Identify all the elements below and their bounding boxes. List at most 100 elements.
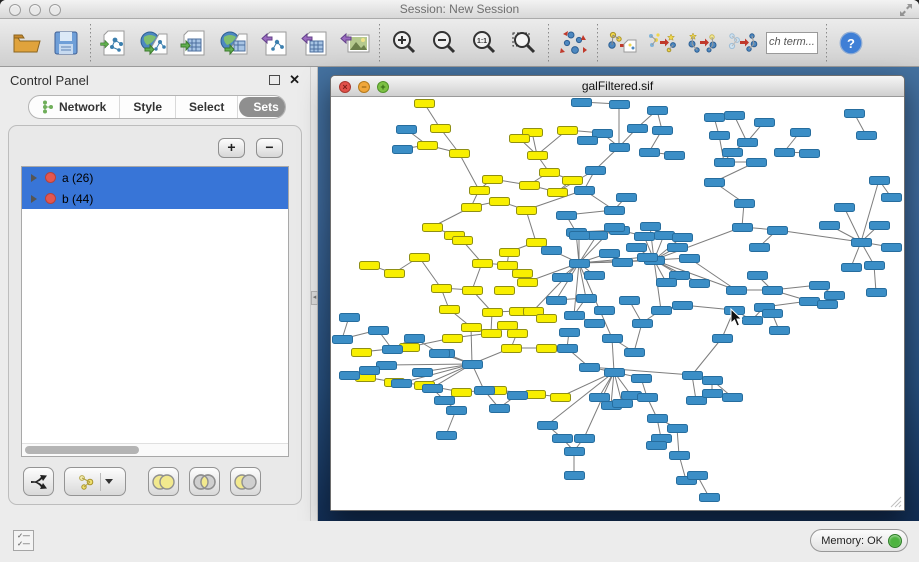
graph-node-yellow[interactable] xyxy=(536,344,557,353)
zoom-view-button[interactable]: + xyxy=(377,81,389,93)
graph-node-blue[interactable] xyxy=(702,389,723,398)
graph-node-blue[interactable] xyxy=(742,316,763,325)
fullscreen-icon[interactable] xyxy=(899,3,913,17)
network-canvas[interactable] xyxy=(331,97,904,510)
collapse-panel-handle[interactable]: ◂ xyxy=(311,291,318,305)
graph-node-blue[interactable] xyxy=(664,151,685,160)
graph-node-blue[interactable] xyxy=(489,404,510,413)
graph-node-blue[interactable] xyxy=(679,254,700,263)
graph-node-blue[interactable] xyxy=(422,384,443,393)
graph-node-blue[interactable] xyxy=(767,226,788,235)
graph-node-blue[interactable] xyxy=(436,431,457,440)
union-sets-button[interactable] xyxy=(148,467,179,496)
graph-node-blue[interactable] xyxy=(704,178,725,187)
graph-node-blue[interactable] xyxy=(609,100,630,109)
help-button[interactable]: ? xyxy=(831,23,871,63)
zoom-actual-button[interactable]: 1:1 xyxy=(464,23,504,63)
close-view-button[interactable]: × xyxy=(339,81,351,93)
graph-node-yellow[interactable] xyxy=(499,248,520,257)
graph-node-yellow[interactable] xyxy=(482,175,503,184)
graph-node-blue[interactable] xyxy=(682,371,703,380)
graph-node-blue[interactable] xyxy=(672,233,693,242)
graph-node-blue[interactable] xyxy=(712,334,733,343)
chevron-down-icon[interactable] xyxy=(105,479,113,484)
graph-node-blue[interactable] xyxy=(332,335,353,344)
difference-sets-button[interactable] xyxy=(230,467,261,496)
graph-node-blue[interactable] xyxy=(382,345,403,354)
import-network-file-button[interactable] xyxy=(95,23,135,63)
graph-node-blue[interactable] xyxy=(834,203,855,212)
graph-node-blue[interactable] xyxy=(687,471,708,480)
graph-node-blue[interactable] xyxy=(754,118,775,127)
panel-splitter[interactable]: ◂ xyxy=(310,67,318,521)
graph-node-blue[interactable] xyxy=(824,291,845,300)
graph-node-blue[interactable] xyxy=(722,393,743,402)
graph-node-yellow[interactable] xyxy=(501,344,522,353)
graph-node-yellow[interactable] xyxy=(417,141,438,150)
graph-node-blue[interactable] xyxy=(412,368,433,377)
graph-node-yellow[interactable] xyxy=(461,203,482,212)
graph-node-blue[interactable] xyxy=(604,223,625,232)
create-set-from-network-button[interactable] xyxy=(64,467,126,496)
graph-node-yellow[interactable] xyxy=(536,314,557,323)
graph-node-blue[interactable] xyxy=(609,143,630,152)
graph-node-blue[interactable] xyxy=(864,261,885,270)
graph-node-yellow[interactable] xyxy=(461,323,482,332)
graph-node-blue[interactable] xyxy=(844,109,865,118)
graph-node-blue[interactable] xyxy=(626,243,647,252)
graph-node-yellow[interactable] xyxy=(351,348,372,357)
graph-node-yellow[interactable] xyxy=(550,393,571,402)
graph-node-blue[interactable] xyxy=(599,249,620,258)
graph-node-blue[interactable] xyxy=(856,131,877,140)
minimize-view-button[interactable]: − xyxy=(358,81,370,93)
graph-node-blue[interactable] xyxy=(396,125,417,134)
graph-node-blue[interactable] xyxy=(579,363,600,372)
graph-node-yellow[interactable] xyxy=(539,168,560,177)
graph-node-yellow[interactable] xyxy=(449,149,470,158)
graph-node-blue[interactable] xyxy=(604,368,625,377)
graph-node-blue[interactable] xyxy=(571,98,592,107)
graph-node-blue[interactable] xyxy=(667,424,688,433)
import-table-url-button[interactable] xyxy=(215,23,255,63)
graph-node-blue[interactable] xyxy=(564,447,585,456)
graph-node-blue[interactable] xyxy=(722,148,743,157)
graph-node-blue[interactable] xyxy=(647,106,668,115)
graph-node-blue[interactable] xyxy=(689,279,710,288)
graph-edge[interactable] xyxy=(459,153,479,190)
graph-node-yellow[interactable] xyxy=(547,188,568,197)
graph-edge[interactable] xyxy=(386,364,472,365)
graph-node-blue[interactable] xyxy=(699,493,720,502)
graph-node-blue[interactable] xyxy=(612,258,633,267)
graph-node-blue[interactable] xyxy=(869,221,890,230)
graph-node-blue[interactable] xyxy=(667,243,688,252)
graph-node-blue[interactable] xyxy=(651,306,672,315)
graph-node-yellow[interactable] xyxy=(519,181,540,190)
save-session-button[interactable] xyxy=(46,23,86,63)
graph-node-blue[interactable] xyxy=(552,273,573,282)
graph-node-blue[interactable] xyxy=(841,263,862,272)
graph-node-blue[interactable] xyxy=(737,138,758,147)
network-window-titlebar[interactable]: × − + galFiltered.sif xyxy=(331,76,904,97)
graph-node-blue[interactable] xyxy=(627,124,648,133)
export-network-button[interactable] xyxy=(255,23,295,63)
import-table-file-button[interactable] xyxy=(175,23,215,63)
graph-node-blue[interactable] xyxy=(462,360,483,369)
graph-node-blue[interactable] xyxy=(569,259,590,268)
graph-node-blue[interactable] xyxy=(869,176,890,185)
graph-node-blue[interactable] xyxy=(574,434,595,443)
graph-node-yellow[interactable] xyxy=(482,308,503,317)
graph-node-blue[interactable] xyxy=(734,199,755,208)
zoom-in-button[interactable] xyxy=(384,23,424,63)
graph-node-blue[interactable] xyxy=(724,111,745,120)
graph-node-blue[interactable] xyxy=(774,148,795,157)
graph-node-yellow[interactable] xyxy=(431,284,452,293)
graph-node-yellow[interactable] xyxy=(451,388,472,397)
graph-node-blue[interactable] xyxy=(732,223,753,232)
remove-set-button[interactable]: − xyxy=(256,138,283,158)
graph-node-blue[interactable] xyxy=(391,379,412,388)
graph-node-blue[interactable] xyxy=(602,334,623,343)
graph-node-yellow[interactable] xyxy=(442,334,463,343)
graph-node-blue[interactable] xyxy=(762,309,783,318)
graph-edge[interactable] xyxy=(692,338,722,375)
graph-node-blue[interactable] xyxy=(714,158,735,167)
